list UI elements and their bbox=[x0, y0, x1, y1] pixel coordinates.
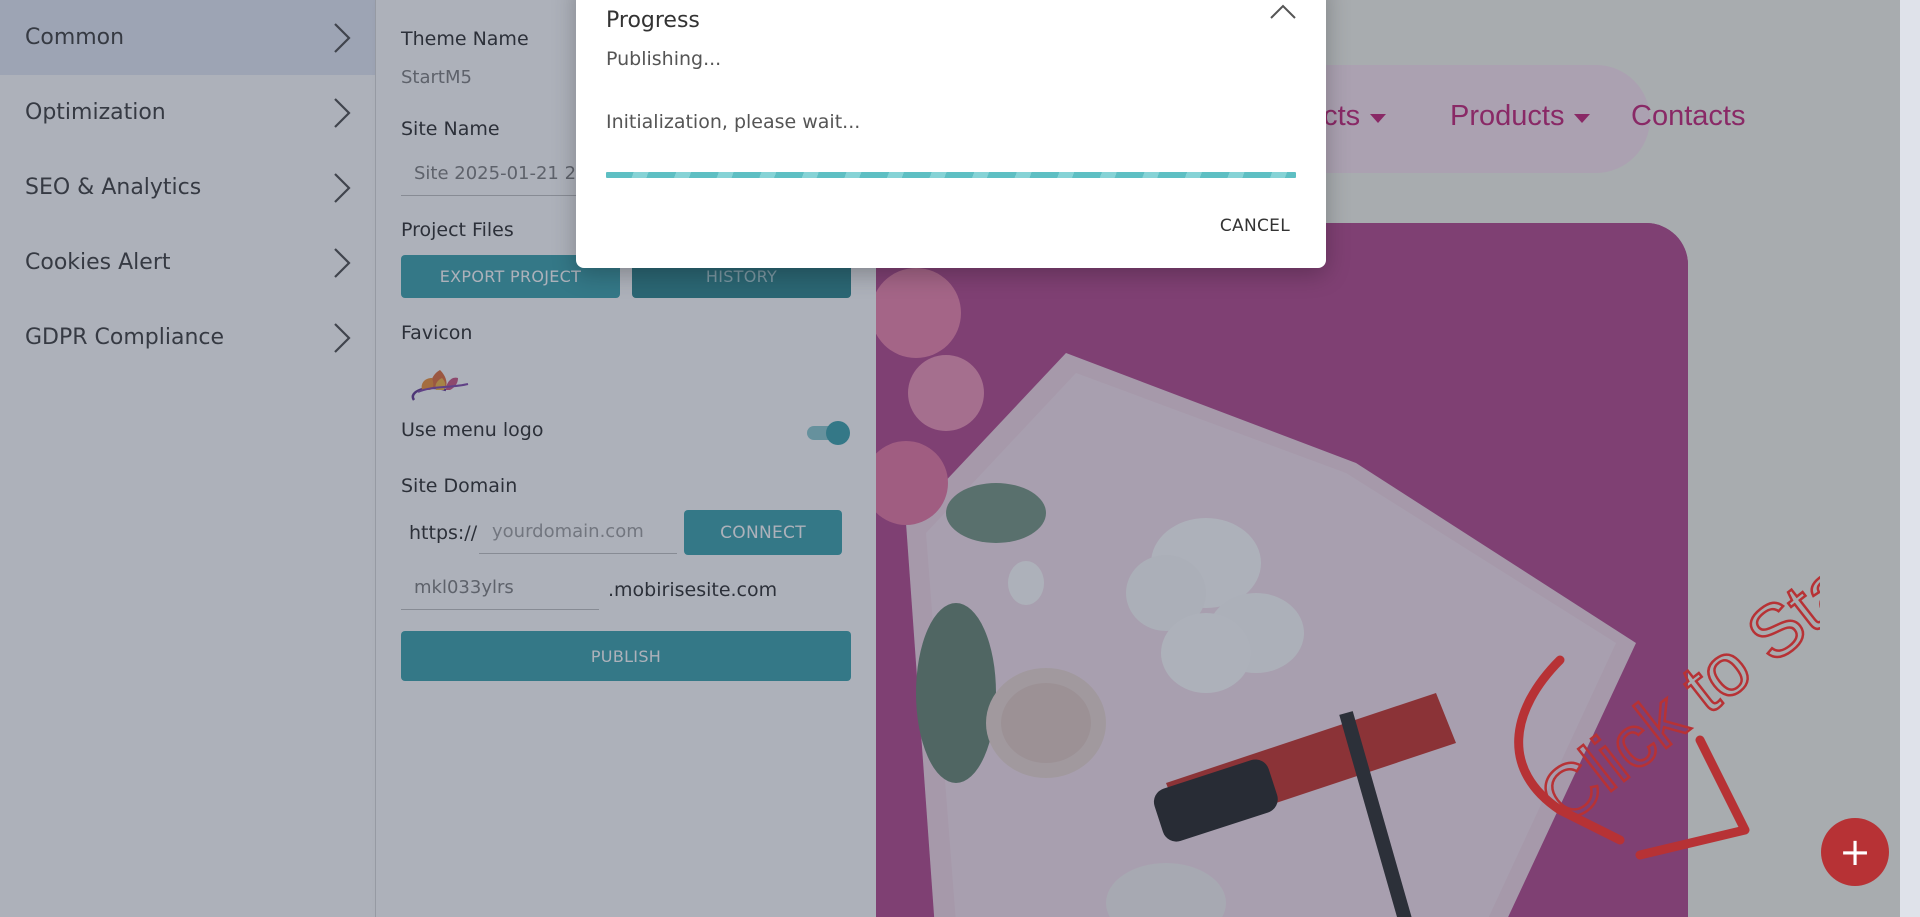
dialog-title: Progress bbox=[606, 8, 700, 33]
progress-bar-fill bbox=[606, 172, 1296, 178]
progress-bar bbox=[606, 172, 1296, 178]
add-block-button[interactable]: + bbox=[1821, 818, 1889, 886]
cancel-button[interactable]: CANCEL bbox=[1196, 206, 1296, 246]
progress-dialog: Progress Publishing... Initialization, p… bbox=[576, 0, 1326, 268]
plus-icon: + bbox=[1839, 830, 1871, 874]
dialog-substatus: Initialization, please wait... bbox=[606, 111, 861, 133]
click-to-start-hint: Click to Start bbox=[1514, 515, 1820, 860]
chevron-up-icon[interactable] bbox=[1268, 0, 1298, 22]
dialog-status: Publishing... bbox=[606, 48, 722, 70]
app-root: Common Optimization SEO & Analytics Cook… bbox=[0, 0, 1920, 917]
click-to-start-text: Click to Start bbox=[1524, 516, 1820, 840]
page-scrollbar[interactable] bbox=[1900, 0, 1920, 917]
